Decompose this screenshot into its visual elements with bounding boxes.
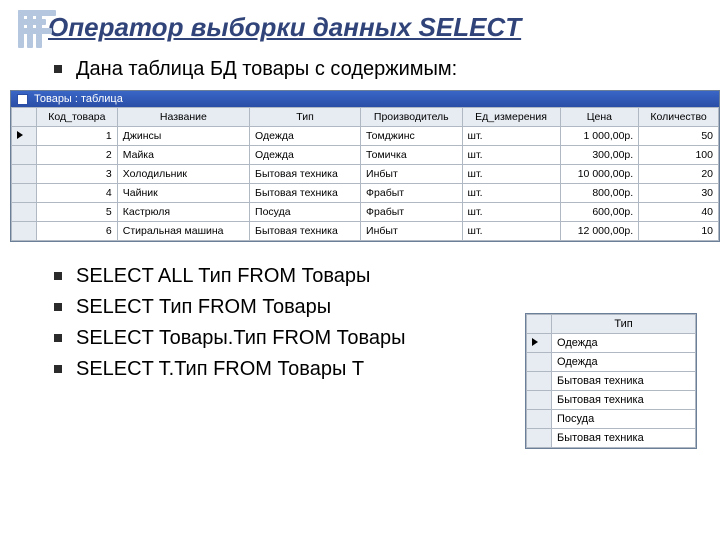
row-selector xyxy=(12,222,37,241)
col-header: Ед_измерения xyxy=(462,108,560,127)
cell: Кастрюля xyxy=(117,203,249,222)
cell: Холодильник xyxy=(117,165,249,184)
cell: Одежда xyxy=(250,127,361,146)
col-header: Код_товара xyxy=(37,108,118,127)
cell: шт. xyxy=(462,165,560,184)
row-selector xyxy=(12,146,37,165)
table-icon xyxy=(17,94,28,105)
cell: Инбыт xyxy=(361,222,463,241)
result-row: Бытовая техника xyxy=(527,391,696,410)
row-selector xyxy=(527,410,552,429)
cell: Бытовая техника xyxy=(250,165,361,184)
cell: Одежда xyxy=(250,146,361,165)
row-selector-header xyxy=(12,108,37,127)
slide-title: Оператор выборки данных SELECT xyxy=(48,12,690,43)
cell: 5 xyxy=(37,203,118,222)
current-row-icon xyxy=(532,338,538,346)
intro-text: Дана таблица БД товары с содержимым: xyxy=(54,55,690,84)
cell: Посуда xyxy=(552,410,696,429)
cell: Томджинс xyxy=(361,127,463,146)
cell: Инбыт xyxy=(361,165,463,184)
row-selector xyxy=(527,391,552,410)
col-header: Цена xyxy=(560,108,639,127)
table-row: 1ДжинсыОдеждаТомджинсшт.1 000,00р.50 xyxy=(12,127,719,146)
cell: Томичка xyxy=(361,146,463,165)
col-header: Тип xyxy=(250,108,361,127)
row-selector xyxy=(12,165,37,184)
cell: шт. xyxy=(462,222,560,241)
cell: 12 000,00р. xyxy=(560,222,639,241)
row-selector xyxy=(527,429,552,448)
cell: 10 000,00р. xyxy=(560,165,639,184)
row-selector xyxy=(12,127,37,146)
result-table-window: Тип ОдеждаОдеждаБытовая техникаБытовая т… xyxy=(525,313,697,449)
table-row: 5КастрюляПосудаФрабытшт.600,00р.40 xyxy=(12,203,719,222)
cell: Майка xyxy=(117,146,249,165)
cell: 4 xyxy=(37,184,118,203)
cell: 50 xyxy=(639,127,719,146)
cell: 800,00р. xyxy=(560,184,639,203)
cell: 6 xyxy=(37,222,118,241)
table-row: 3ХолодильникБытовая техникаИнбытшт.10 00… xyxy=(12,165,719,184)
row-selector xyxy=(527,334,552,353)
result-row: Бытовая техника xyxy=(527,429,696,448)
cell: Джинсы xyxy=(117,127,249,146)
result-row: Бытовая техника xyxy=(527,372,696,391)
cell: 1 000,00р. xyxy=(560,127,639,146)
result-table: Тип ОдеждаОдеждаБытовая техникаБытовая т… xyxy=(526,314,696,448)
row-selector xyxy=(527,353,552,372)
cell: Фрабыт xyxy=(361,184,463,203)
result-row: Одежда xyxy=(527,334,696,353)
cell: шт. xyxy=(462,127,560,146)
cell: Стиральная машина xyxy=(117,222,249,241)
table-row: 4ЧайникБытовая техникаФрабытшт.800,00р.3… xyxy=(12,184,719,203)
cell: Одежда xyxy=(552,353,696,372)
current-row-icon xyxy=(17,131,23,139)
cell: 10 xyxy=(639,222,719,241)
cell: 20 xyxy=(639,165,719,184)
cell: 1 xyxy=(37,127,118,146)
query-item: SELECT ALL Тип FROM Товары xyxy=(54,262,690,291)
cell: Фрабыт xyxy=(361,203,463,222)
result-row: Одежда xyxy=(527,353,696,372)
cell: Чайник xyxy=(117,184,249,203)
cell: 3 xyxy=(37,165,118,184)
row-selector xyxy=(12,203,37,222)
col-header: Название xyxy=(117,108,249,127)
cell: Бытовая техника xyxy=(250,184,361,203)
cell: 2 xyxy=(37,146,118,165)
cell: шт. xyxy=(462,184,560,203)
cell: 600,00р. xyxy=(560,203,639,222)
cell: Бытовая техника xyxy=(250,222,361,241)
table-row: 2МайкаОдеждаТомичкашт.300,00р.100 xyxy=(12,146,719,165)
products-table: Код_товараНазваниеТипПроизводительЕд_изм… xyxy=(11,107,719,241)
cell: шт. xyxy=(462,146,560,165)
db-table-window: Товары : таблица Код_товараНазваниеТипПр… xyxy=(10,90,720,242)
col-header: Производитель xyxy=(361,108,463,127)
db-window-title: Товары : таблица xyxy=(34,93,123,105)
row-selector xyxy=(12,184,37,203)
cell: 300,00р. xyxy=(560,146,639,165)
cell: Бытовая техника xyxy=(552,429,696,448)
db-window-titlebar: Товары : таблица xyxy=(11,91,719,107)
col-header: Количество xyxy=(639,108,719,127)
result-selector-header xyxy=(527,315,552,334)
cell: Бытовая техника xyxy=(552,372,696,391)
cell: 30 xyxy=(639,184,719,203)
table-row: 6Стиральная машинаБытовая техникаИнбытшт… xyxy=(12,222,719,241)
cell: 40 xyxy=(639,203,719,222)
cell: Посуда xyxy=(250,203,361,222)
cell: 100 xyxy=(639,146,719,165)
row-selector xyxy=(527,372,552,391)
cell: Бытовая техника xyxy=(552,391,696,410)
cell: Одежда xyxy=(552,334,696,353)
result-header: Тип xyxy=(552,315,696,334)
result-row: Посуда xyxy=(527,410,696,429)
cell: шт. xyxy=(462,203,560,222)
slide-logo xyxy=(18,10,56,48)
